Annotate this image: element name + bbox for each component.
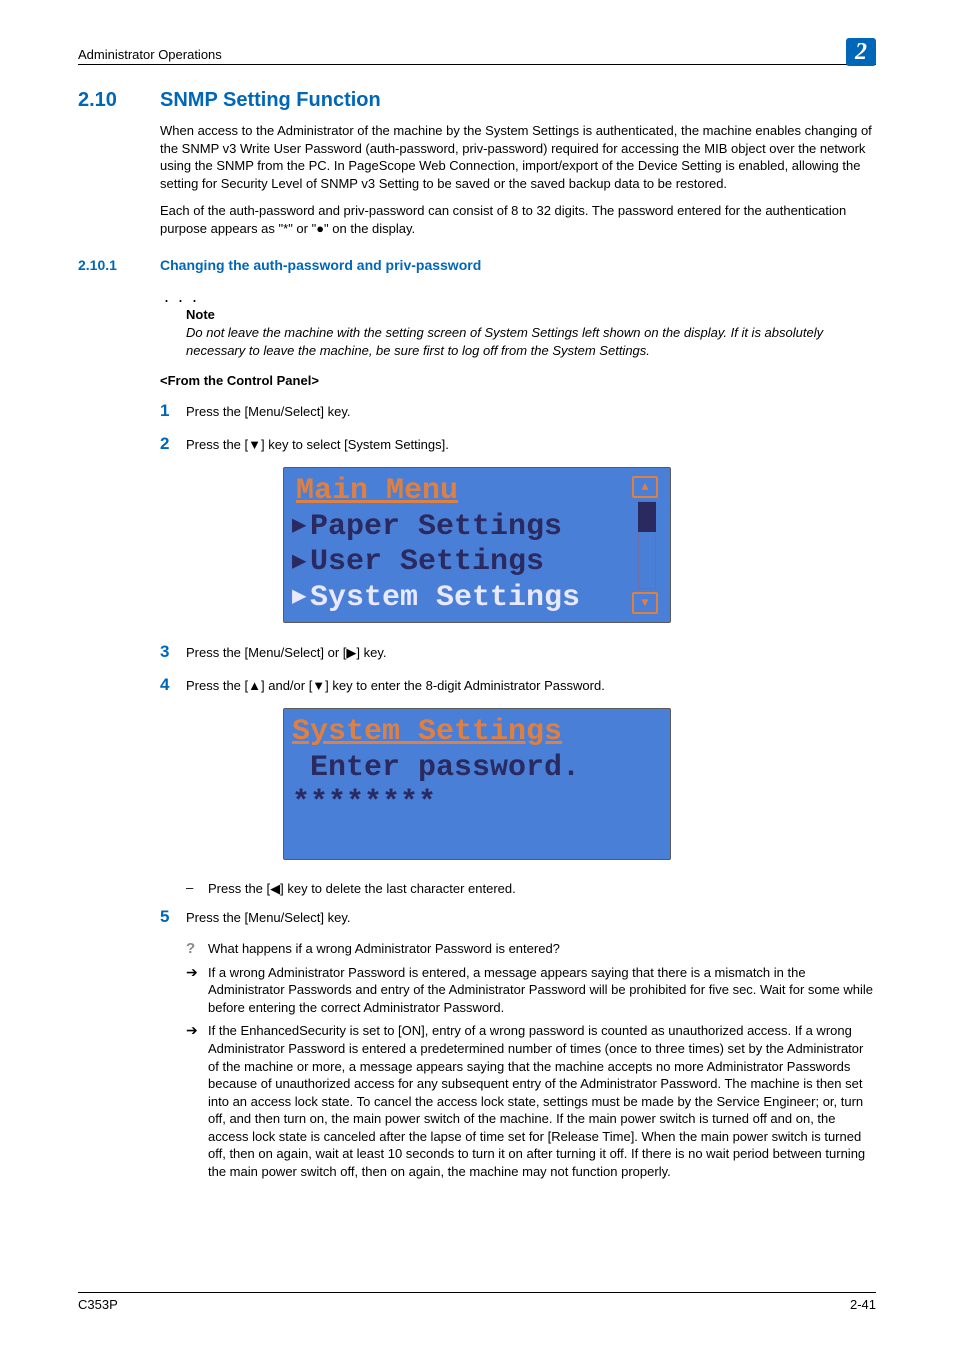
- note-icon-row: . . .: [160, 287, 876, 305]
- menu-item: User Settings: [310, 545, 544, 580]
- scrollbar: ▲ ▼: [632, 474, 662, 616]
- step-number: 5: [160, 908, 186, 925]
- question-text: What happens if a wrong Administrator Pa…: [208, 940, 876, 958]
- question-row: ? What happens if a wrong Administrator …: [186, 940, 876, 958]
- step-text: Press the [▲] and/or [▼] key to enter th…: [186, 676, 605, 695]
- question-icon: ?: [186, 940, 208, 957]
- answer-text: If the EnhancedSecurity is set to [ON], …: [208, 1022, 876, 1180]
- screen-prompt: Enter password.: [310, 751, 580, 786]
- lcd-screen-password: System Settings Enter password. ********: [283, 708, 671, 860]
- subsection-title: Changing the auth-password and priv-pass…: [160, 257, 481, 273]
- step-number: 1: [160, 402, 186, 419]
- lcd-screen-main-menu: Main Menu ▶Paper Settings ▶User Settings…: [283, 467, 671, 623]
- ellipsis-icon: . . .: [164, 287, 199, 305]
- subsection-number: 2.10.1: [78, 257, 160, 273]
- menu-item: Paper Settings: [310, 510, 562, 545]
- page-footer: C353P 2-41: [78, 1292, 876, 1312]
- scroll-up-icon: ▲: [632, 476, 658, 498]
- answer-row-1: ➔ If a wrong Administrator Password is e…: [186, 964, 876, 1017]
- section-heading: 2.10 SNMP Setting Function: [78, 89, 876, 112]
- arrow-right-icon: ➔: [186, 1022, 208, 1039]
- step-text: Press the [Menu/Select] key.: [186, 908, 351, 927]
- dash-icon: –: [186, 880, 208, 895]
- header-title: Administrator Operations: [78, 47, 222, 62]
- step-5: 5 Press the [Menu/Select] key.: [160, 908, 876, 927]
- panel-heading: <From the Control Panel>: [160, 373, 876, 388]
- page-header: Administrator Operations 2: [78, 38, 876, 65]
- chapter-badge: 2: [846, 38, 876, 66]
- answer-text: If a wrong Administrator Password is ent…: [208, 964, 876, 1017]
- screen-title: System Settings: [292, 715, 562, 750]
- section-title: SNMP Setting Function: [160, 89, 381, 112]
- scroll-track: [638, 501, 656, 589]
- step-3: 3 Press the [Menu/Select] or [▶] key.: [160, 643, 876, 662]
- intro-paragraph-1: When access to the Administrator of the …: [160, 122, 876, 192]
- pointer-icon: ▶: [292, 549, 310, 577]
- step-number: 4: [160, 676, 186, 693]
- step-text: Press the [▼] key to select [System Sett…: [186, 435, 449, 454]
- scroll-down-icon: ▼: [632, 592, 658, 614]
- step-4: 4 Press the [▲] and/or [▼] key to enter …: [160, 676, 876, 695]
- answer-row-2: ➔ If the EnhancedSecurity is set to [ON]…: [186, 1022, 876, 1180]
- pointer-icon: ▶: [292, 513, 310, 541]
- section-number: 2.10: [78, 89, 160, 112]
- footer-page: 2-41: [850, 1297, 876, 1312]
- step-4-sub: – Press the [◀] key to delete the last c…: [186, 880, 876, 898]
- sub-bullet-text: Press the [◀] key to delete the last cha…: [208, 880, 876, 898]
- menu-item-selected: System Settings: [310, 581, 580, 616]
- step-text: Press the [Menu/Select] key.: [186, 402, 351, 421]
- step-number: 2: [160, 435, 186, 452]
- subsection-heading: 2.10.1 Changing the auth-password and pr…: [78, 257, 876, 273]
- pointer-icon: ▶: [292, 584, 310, 612]
- intro-paragraph-2: Each of the auth-password and priv-passw…: [160, 202, 876, 237]
- step-number: 3: [160, 643, 186, 660]
- step-text: Press the [Menu/Select] or [▶] key.: [186, 643, 387, 662]
- step-2: 2 Press the [▼] key to select [System Se…: [160, 435, 876, 454]
- arrow-right-icon: ➔: [186, 964, 208, 981]
- screen-password-mask: ********: [292, 786, 436, 821]
- screen-title: Main Menu: [292, 474, 458, 509]
- footer-model: C353P: [78, 1297, 118, 1312]
- step-1: 1 Press the [Menu/Select] key.: [160, 402, 876, 421]
- scroll-thumb: [638, 502, 656, 532]
- note-text: Do not leave the machine with the settin…: [186, 324, 876, 359]
- note-label: Note: [186, 307, 876, 322]
